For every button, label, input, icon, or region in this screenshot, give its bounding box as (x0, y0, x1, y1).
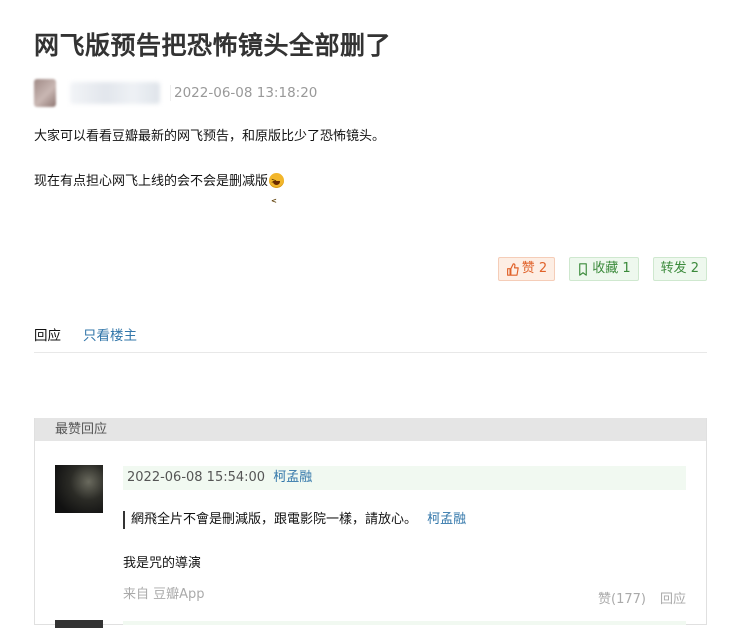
reply-tabs: 回应 只看楼主 (34, 324, 707, 353)
comment-text: 我是咒的導演 (123, 556, 202, 571)
post-paragraph-2-text: 现在有点担心网飞上线的会不会是删减版 (34, 174, 269, 189)
next-commenter-avatar[interactable] (55, 620, 103, 628)
quote-author[interactable]: 柯孟融 (427, 512, 466, 527)
post-actions: 赞 2 收藏 1 转发 2 (497, 257, 707, 281)
like-button[interactable]: 赞 2 (497, 257, 556, 281)
quote-text: 網飛全片不會是刪減版，跟電影院一樣，請放心。 (131, 512, 418, 527)
like-label: 赞 2 (521, 261, 548, 276)
share-button[interactable]: 转发 2 (652, 257, 707, 281)
post-date: 2022-06-08 13:18:20 (170, 85, 317, 101)
commenter-name[interactable]: 柯孟融 (273, 470, 312, 485)
quoted-reply: 網飛全片不會是刪減版，跟電影院一樣，請放心。 柯孟融 (123, 511, 466, 529)
tab-reply[interactable]: 回应 (34, 324, 61, 344)
favorite-label: 收藏 1 (592, 261, 631, 276)
bookmark-icon (579, 262, 588, 276)
tab-op-only[interactable]: 只看楼主 (83, 324, 137, 344)
top-replies-header: 最赞回应 (35, 418, 706, 441)
next-comment-header (123, 621, 686, 625)
comment-reply-button[interactable]: 回应 (660, 588, 686, 607)
author-name[interactable] (70, 82, 160, 104)
post-title: 网飞版预告把恐怖镜头全部删了 (34, 31, 392, 60)
comment-stats: 赞(177) 回应 (598, 588, 686, 607)
post-paragraph-2: 现在有点担心网飞上线的会不会是删减版 (34, 171, 285, 211)
comment-source: 来自 豆瓣App (123, 587, 205, 602)
commenter-avatar[interactable] (55, 465, 103, 513)
favorite-button[interactable]: 收藏 1 (569, 257, 639, 281)
comment-header: 2022-06-08 15:54:00 柯孟融 (123, 466, 686, 490)
comment-like-button[interactable]: 赞(177) (598, 588, 646, 607)
post-meta: 2022-06-08 13:18:20 (34, 78, 317, 108)
comment-date: 2022-06-08 15:54:00 (127, 470, 266, 485)
author-avatar[interactable] (34, 79, 56, 107)
share-label: 转发 2 (660, 261, 699, 276)
thumbs-up-icon (506, 262, 519, 276)
top-replies-section: 最赞回应 2022-06-08 15:54:00 柯孟融 網飛全片不會是刪減版，… (34, 418, 707, 628)
post-paragraph-1: 大家可以看看豆瓣最新的网飞预告，和原版比少了恐怖镜头。 (34, 129, 386, 144)
dizzy-face-emoji-icon (269, 171, 285, 211)
